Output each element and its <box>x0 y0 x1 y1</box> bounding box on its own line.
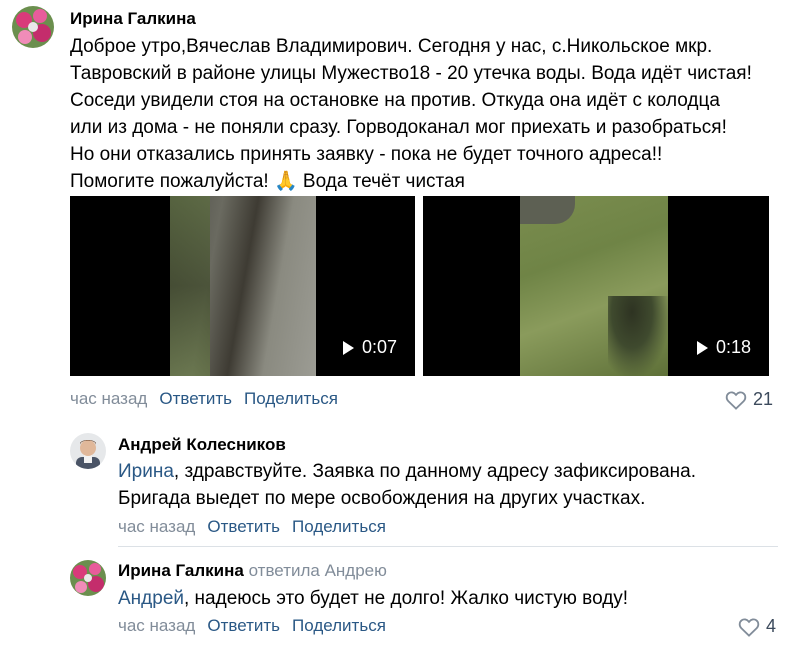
comment-time: час назад <box>118 616 196 635</box>
comment-actions: час назад Ответить Поделиться <box>118 616 386 636</box>
comment-line-text: Вода течёт чистая <box>297 171 465 192</box>
comment-time: час назад <box>70 389 148 408</box>
like-count: 4 <box>766 616 777 636</box>
comment-actions: час назад Ответить Поделиться <box>118 517 386 537</box>
video-duration: 0:18 <box>696 337 751 358</box>
comment-time: час назад <box>118 517 196 536</box>
mention-link[interactable]: Андрей <box>118 588 184 609</box>
reply-button[interactable]: Ответить <box>207 517 280 537</box>
comment-author-name[interactable]: Ирина Галкина <box>118 561 244 580</box>
video-thumbnail[interactable]: 0:18 <box>423 196 769 376</box>
heart-icon <box>725 390 747 410</box>
play-icon <box>342 340 354 355</box>
play-icon <box>696 340 708 355</box>
comment-author[interactable]: Андрей Колесников <box>118 435 286 455</box>
separator <box>118 546 778 547</box>
avatar-irina[interactable] <box>70 560 106 596</box>
heart-icon <box>738 617 760 637</box>
comment-line: или из дома - не поняли сразу. Горводока… <box>70 117 727 138</box>
share-button[interactable]: Поделиться <box>292 517 386 537</box>
video-duration: 0:07 <box>342 337 397 358</box>
comment-line: Бригада выедет по мере освобождения на д… <box>118 488 646 509</box>
video-thumbnail[interactable]: 0:07 <box>70 196 415 376</box>
comment-line: Тавровский в районе улицы Мужество18 - 2… <box>70 63 752 84</box>
reply-button[interactable]: Ответить <box>207 616 280 636</box>
comment-line: Но они отказались принять заявку - пока … <box>70 144 663 165</box>
comment-author[interactable]: Ирина Галкина <box>70 9 196 29</box>
comment-text: Доброе утро,Вячеслав Владимирович. Сегод… <box>70 33 790 195</box>
like-button[interactable]: 21 <box>725 389 773 410</box>
comment-text: Андрей, надеюсь это будет не долго! Жалк… <box>118 585 788 612</box>
like-count: 21 <box>753 389 774 409</box>
comment-line: Помогите пожалуйста! 🙏 Вода течёт чистая <box>70 168 790 195</box>
video-frame-edge <box>170 196 210 376</box>
video-duration-text: 0:18 <box>715 337 751 357</box>
comment-text: Ирина, здравствуйте. Заявка по данному а… <box>118 458 788 512</box>
comment-line: Соседи увидели стоя на остановке на прот… <box>70 90 720 111</box>
pray-emoji-icon: 🙏 <box>273 171 298 192</box>
mention-link[interactable]: Ирина <box>118 461 174 482</box>
share-button[interactable]: Поделиться <box>292 616 386 636</box>
reply-button[interactable]: Ответить <box>159 389 232 409</box>
comment-line-text: Помогите пожалуйста! <box>70 171 274 192</box>
comment-line: Доброе утро,Вячеслав Владимирович. Сегод… <box>70 36 713 57</box>
comment-line-text: , надеюсь это будет не долго! Жалко чист… <box>184 588 629 609</box>
like-button[interactable]: 4 <box>738 616 776 637</box>
video-duration-text: 0:07 <box>361 337 397 357</box>
avatar-andrey[interactable] <box>70 433 106 469</box>
reply-to-label[interactable]: ответила Андрею <box>249 561 387 580</box>
video-frame-shadow <box>608 296 668 376</box>
comment-line: Ирина, здравствуйте. Заявка по данному а… <box>118 458 788 485</box>
comment-actions: час назад Ответить Поделиться <box>70 389 338 409</box>
comment-line-text: , здравствуйте. Заявка по данному адресу… <box>173 461 697 482</box>
avatar-irina[interactable] <box>12 6 54 48</box>
video-frame-stone <box>520 196 575 224</box>
share-button[interactable]: Поделиться <box>244 389 338 409</box>
comment-author: Ирина Галкина ответила Андрею <box>118 561 387 581</box>
comment-line: Андрей, надеюсь это будет не долго! Жалк… <box>118 585 788 612</box>
